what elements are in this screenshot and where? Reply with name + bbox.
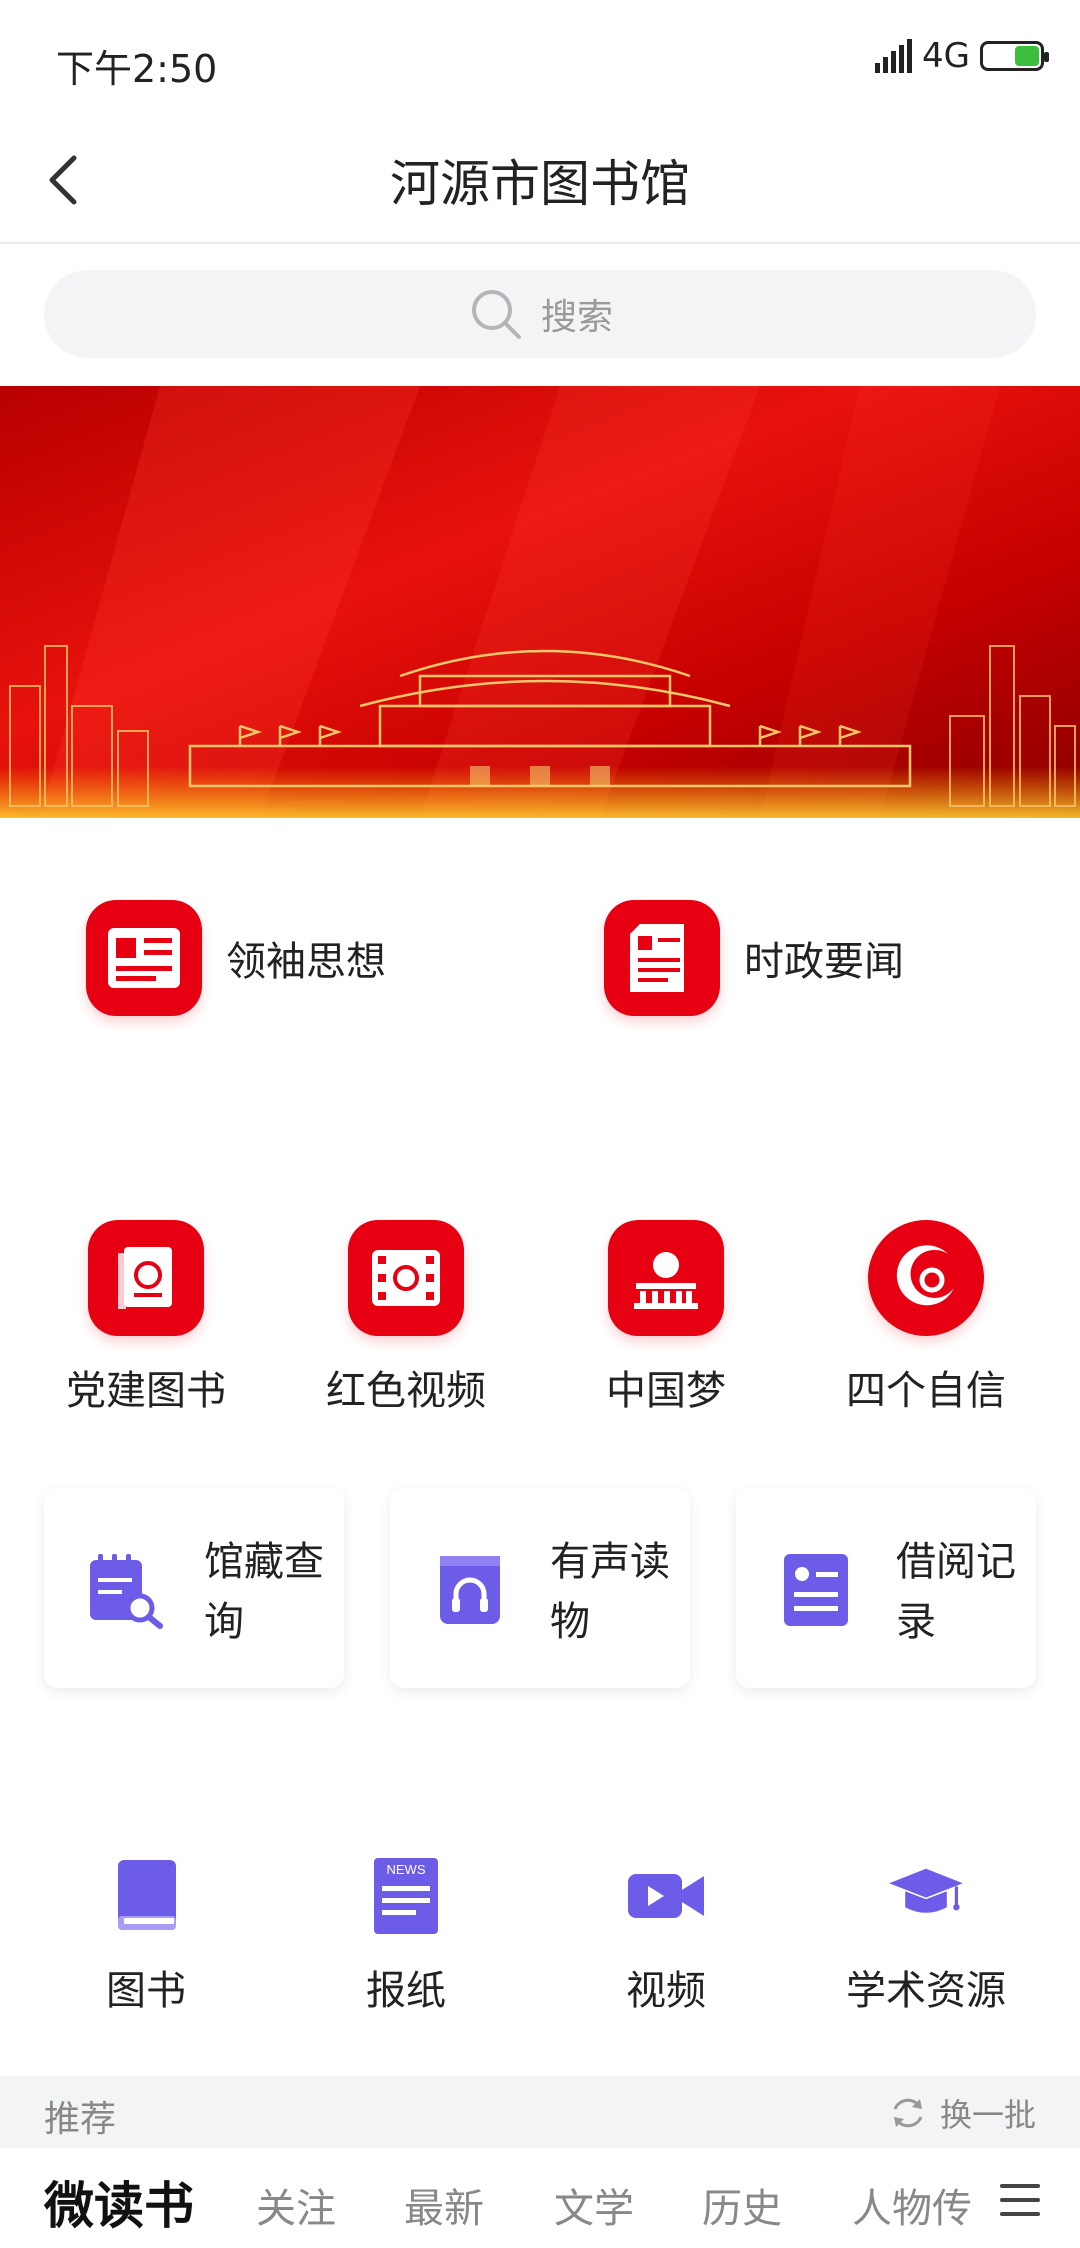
resource-label: 图书	[106, 1968, 186, 2014]
feature-label: 领袖思想	[226, 939, 386, 985]
party-grid: 党建图书 红色视频 中国梦 四个自信	[0, 1220, 1080, 1414]
card-audiobooks[interactable]: 有声读物	[390, 1488, 690, 1688]
battery-icon	[980, 41, 1049, 71]
catalog-search-icon	[90, 1554, 163, 1629]
nav-bar: 河源市图书馆	[0, 120, 1080, 244]
card-borrow-records[interactable]: 借阅记录	[736, 1488, 1036, 1688]
signal-icon	[875, 39, 913, 73]
resource-newspapers[interactable]: NEWS 报纸	[276, 1856, 536, 2016]
status-indicators: 4G	[875, 36, 1049, 76]
network-type: 4G	[922, 36, 970, 76]
resource-academic[interactable]: 学术资源	[796, 1856, 1056, 2016]
party-document-icon	[86, 900, 202, 1016]
grid-item-party-books[interactable]: 党建图书	[16, 1220, 276, 1416]
page-title: 河源市图书馆	[390, 155, 690, 213]
tab-wei-du-shu[interactable]: 微读书	[44, 2166, 194, 2238]
resource-label: 视频	[626, 1968, 706, 2014]
grid-item-china-dream[interactable]: 中国梦	[536, 1220, 796, 1416]
resource-books[interactable]: 图书	[16, 1856, 276, 2016]
feature-label: 时政要闻	[744, 939, 904, 985]
grid-item-red-videos[interactable]: 红色视频	[276, 1220, 536, 1416]
grid-item-label: 红色视频	[326, 1368, 486, 1414]
card-label: 馆藏查询	[204, 1539, 324, 1645]
grid-item-label: 党建图书	[66, 1368, 226, 1414]
recommend-header: 推荐 换一批	[0, 2076, 1080, 2148]
grid-item-label: 中国梦	[606, 1368, 726, 1414]
search-icon	[471, 290, 521, 339]
resource-label: 学术资源	[846, 1968, 1006, 2014]
party-hall-icon	[608, 1220, 724, 1336]
search-input[interactable]: 搜索	[44, 270, 1036, 358]
category-tabs: 微读书 关注 最新 文学 历史 人物传	[0, 2148, 1080, 2248]
tab-literature[interactable]: 文学	[554, 2176, 634, 2234]
newspaper-icon: NEWS	[374, 1858, 438, 1934]
status-bar: 下午2:50 4G	[0, 0, 1080, 120]
grid-item-four-confidences[interactable]: 四个自信	[796, 1220, 1056, 1416]
resource-row: 图书 NEWS 报纸 视频 学术资源	[0, 1856, 1080, 2016]
card-label: 借阅记录	[896, 1539, 1016, 1645]
audiobook-icon	[440, 1556, 500, 1624]
party-book-icon	[88, 1220, 204, 1336]
tab-latest[interactable]: 最新	[404, 2176, 484, 2234]
resource-label: 报纸	[366, 1968, 446, 2014]
borrow-record-icon	[784, 1554, 848, 1626]
svg-text:NEWS: NEWS	[387, 1862, 426, 1877]
party-news-icon	[604, 900, 720, 1016]
banner-image[interactable]	[0, 386, 1080, 818]
video-camera-icon	[628, 1874, 704, 1918]
refresh-label: 换一批	[939, 2096, 1036, 2134]
search-placeholder: 搜索	[540, 297, 613, 338]
book-icon	[118, 1860, 176, 1930]
recommend-title: 推荐	[44, 2099, 117, 2140]
tab-biography[interactable]: 人物传	[852, 2176, 982, 2234]
refresh-button[interactable]: 换一批	[888, 2090, 1036, 2136]
tab-follow[interactable]: 关注	[256, 2176, 336, 2234]
party-film-icon	[348, 1220, 464, 1336]
feature-row: 领袖思想 时政要闻	[0, 900, 1080, 1030]
party-emblem-icon	[868, 1220, 984, 1336]
tab-history[interactable]: 历史	[702, 2176, 782, 2234]
graduation-cap-icon	[889, 1868, 963, 1913]
refresh-icon	[893, 2098, 923, 2128]
service-cards: 馆藏查询 有声读物 借阅记录	[0, 1488, 1080, 1688]
grid-item-label: 四个自信	[846, 1368, 1006, 1414]
feature-current-affairs[interactable]: 时政要闻	[604, 900, 904, 1016]
resource-videos[interactable]: 视频	[536, 1856, 796, 2016]
menu-icon[interactable]	[1000, 2184, 1040, 2220]
feature-leader-thought[interactable]: 领袖思想	[86, 900, 386, 1016]
status-time: 下午2:50	[56, 47, 218, 91]
card-label: 有声读物	[550, 1539, 670, 1645]
card-catalog-search[interactable]: 馆藏查询	[44, 1488, 344, 1688]
